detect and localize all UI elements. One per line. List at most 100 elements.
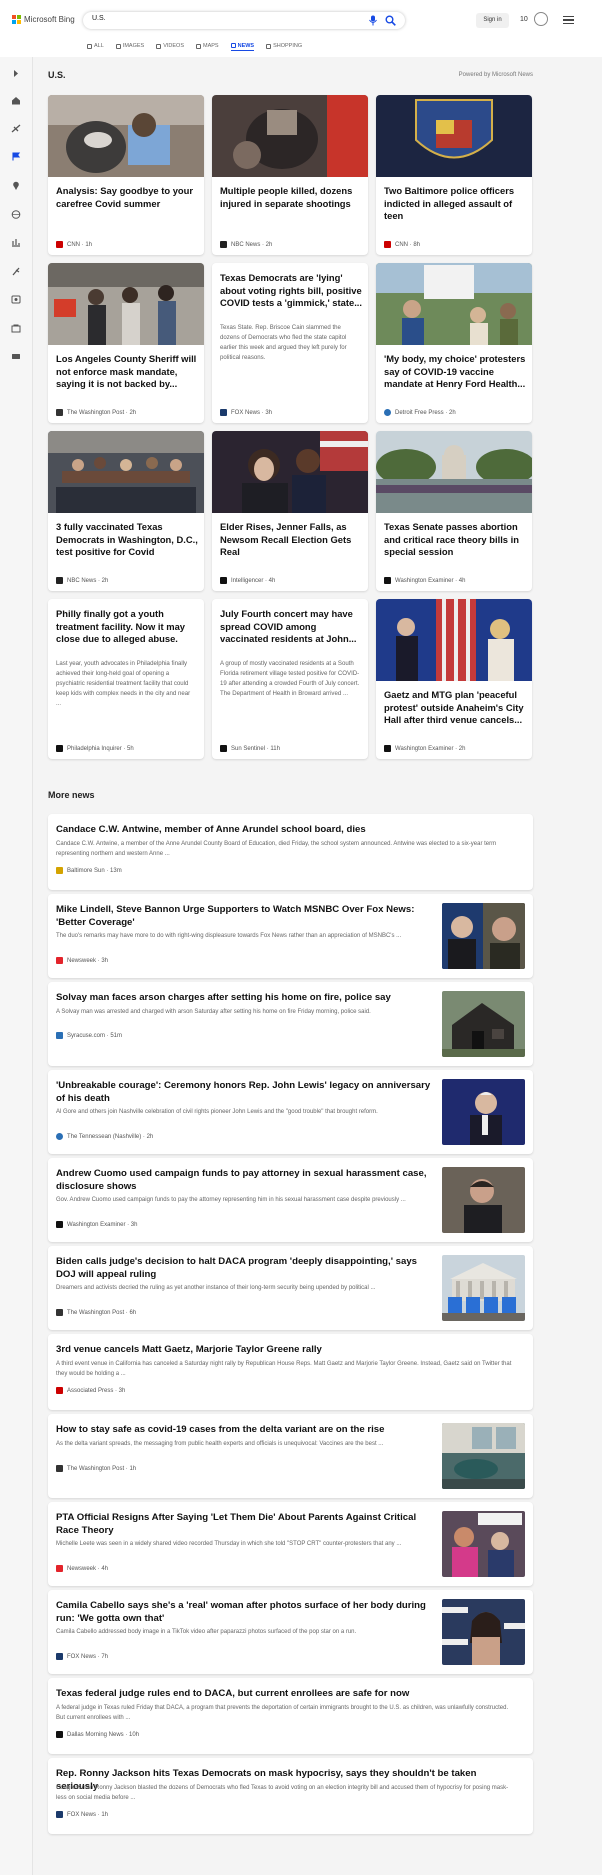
- news-card[interactable]: Two Baltimore police officers indicted i…: [376, 95, 532, 255]
- card-title[interactable]: July Fourth concert may have spread COVI…: [220, 608, 362, 646]
- news-list-item[interactable]: Camila Cabello says she's a 'real' woman…: [48, 1590, 533, 1674]
- news-card[interactable]: Elder Rises, Jenner Falls, as Newsom Rec…: [212, 431, 368, 591]
- tab-videos[interactable]: VIDEOS: [156, 41, 184, 51]
- card-title[interactable]: Multiple people killed, dozens injured i…: [220, 185, 362, 210]
- news-source: FOX News · 7h: [56, 1653, 108, 1660]
- flag-icon[interactable]: [11, 152, 21, 161]
- news-title[interactable]: How to stay safe as covid-19 cases from …: [56, 1423, 436, 1436]
- card-thumbnail: [376, 95, 532, 177]
- nbc-logo-icon: [220, 241, 227, 248]
- news-list-item[interactable]: Biden calls judge's decision to halt DAC…: [48, 1246, 533, 1330]
- news-card[interactable]: Texas Democrats are 'lying' about voting…: [212, 263, 368, 423]
- card-title[interactable]: Gaetz and MTG plan 'peaceful protest' ou…: [384, 689, 526, 727]
- science-icon[interactable]: [11, 267, 21, 276]
- card-title[interactable]: 'My body, my choice' protesters say of C…: [384, 353, 526, 391]
- card-source: NBC News · 2h: [220, 241, 272, 248]
- sign-in-button[interactable]: Sign in: [476, 13, 509, 28]
- cnn-logo-icon: [384, 241, 391, 248]
- news-title[interactable]: Camila Cabello says she's a 'real' woman…: [56, 1599, 436, 1625]
- entertainment-icon[interactable]: [11, 295, 21, 304]
- news-list-item[interactable]: 'Unbreakable courage': Ceremony honors R…: [48, 1070, 533, 1154]
- news-title[interactable]: 3rd venue cancels Matt Gaetz, Marjorie T…: [56, 1343, 516, 1356]
- tab-images[interactable]: IMAGES: [115, 41, 144, 51]
- news-list-item[interactable]: 3rd venue cancels Matt Gaetz, Marjorie T…: [48, 1334, 533, 1410]
- card-thumbnail: [212, 95, 368, 177]
- tab-shopping[interactable]: SHOPPING: [266, 41, 302, 51]
- card-source: CNN · 1h: [56, 241, 92, 248]
- baltimore-sun-logo-icon: [56, 867, 63, 874]
- menu-icon[interactable]: [563, 16, 574, 25]
- news-card[interactable]: Philly finally got a youth treatment fac…: [48, 599, 204, 759]
- news-source: The Washington Post · 6h: [56, 1309, 136, 1316]
- bing-logo[interactable]: Microsoft Bing: [12, 15, 75, 24]
- news-source: Washington Examiner · 3h: [56, 1221, 137, 1228]
- card-title[interactable]: Texas Democrats are 'lying' about voting…: [220, 272, 362, 310]
- news-card[interactable]: Analysis: Say goodbye to your carefree C…: [48, 95, 204, 255]
- news-list-item[interactable]: Candace C.W. Antwine, member of Anne Aru…: [48, 814, 533, 890]
- news-snippet: Congressman Ronny Jackson blasted the do…: [56, 1785, 509, 1801]
- home-icon[interactable]: [11, 96, 21, 105]
- news-snippet: A federal judge in Texas ruled Friday th…: [56, 1705, 509, 1721]
- news-card[interactable]: 'My body, my choice' protesters say of C…: [376, 263, 532, 423]
- tennessean-logo-icon: [56, 1133, 63, 1140]
- news-source: Syracuse.com · 51m: [56, 1032, 122, 1039]
- news-card[interactable]: July Fourth concert may have spread COVI…: [212, 599, 368, 759]
- microphone-icon[interactable]: [368, 15, 378, 26]
- news-list-item[interactable]: Rep. Ronny Jackson hits Texas Democrats …: [48, 1758, 533, 1834]
- news-card[interactable]: Gaetz and MTG plan 'peaceful protest' ou…: [376, 599, 532, 759]
- news-list-item[interactable]: Andrew Cuomo used campaign funds to pay …: [48, 1158, 533, 1242]
- news-title[interactable]: PTA Official Resigns After Saying 'Let T…: [56, 1511, 436, 1537]
- card-thumbnail: [376, 263, 532, 345]
- news-title[interactable]: Andrew Cuomo used campaign funds to pay …: [56, 1167, 436, 1193]
- expand-icon[interactable]: [11, 69, 21, 78]
- search-box[interactable]: U.S.: [83, 12, 405, 29]
- news-card[interactable]: Los Angeles County Sheriff will not enfo…: [48, 263, 204, 423]
- news-title[interactable]: Solvay man faces arson charges after set…: [56, 991, 436, 1004]
- news-card[interactable]: Texas Senate passes abortion and critica…: [376, 431, 532, 591]
- news-title[interactable]: Biden calls judge's decision to halt DAC…: [56, 1255, 436, 1281]
- card-title[interactable]: Two Baltimore police officers indicted i…: [384, 185, 526, 223]
- powered-by[interactable]: Powered by Microsoft News: [459, 72, 533, 78]
- card-title[interactable]: Los Angeles County Sheriff will not enfo…: [56, 353, 198, 391]
- news-title[interactable]: Texas federal judge rules end to DACA, b…: [56, 1687, 516, 1700]
- tab-maps[interactable]: MAPS: [196, 41, 219, 51]
- card-title[interactable]: Elder Rises, Jenner Falls, as Newsom Rec…: [220, 521, 362, 559]
- sports-icon[interactable]: [11, 124, 21, 133]
- tech-icon[interactable]: [11, 352, 21, 361]
- search-input[interactable]: U.S.: [92, 15, 106, 22]
- video-icon: [156, 43, 162, 49]
- news-snippet: Gov. Andrew Cuomo used campaign funds to…: [56, 1197, 406, 1203]
- rewards-points[interactable]: 10: [520, 16, 528, 23]
- news-list-item[interactable]: How to stay safe as covid-19 cases from …: [48, 1414, 533, 1498]
- card-thumbnail: [48, 263, 204, 345]
- card-title[interactable]: Texas Senate passes abortion and critica…: [384, 521, 526, 559]
- location-icon[interactable]: [11, 181, 21, 190]
- newsweek-logo-icon: [56, 957, 63, 964]
- news-card[interactable]: Multiple people killed, dozens injured i…: [212, 95, 368, 255]
- money-icon[interactable]: [11, 324, 21, 333]
- card-title[interactable]: Analysis: Say goodbye to your carefree C…: [56, 185, 198, 210]
- news-list-item[interactable]: Mike Lindell, Steve Bannon Urge Supporte…: [48, 894, 533, 978]
- washington-examiner-logo-icon: [384, 577, 391, 584]
- news-card[interactable]: 3 fully vaccinated Texas Democrats in Wa…: [48, 431, 204, 591]
- news-list-item[interactable]: PTA Official Resigns After Saying 'Let T…: [48, 1502, 533, 1586]
- tab-all[interactable]: ALL: [87, 41, 104, 51]
- news-title[interactable]: Candace C.W. Antwine, member of Anne Aru…: [56, 823, 516, 836]
- news-list-item[interactable]: Texas federal judge rules end to DACA, b…: [48, 1678, 533, 1754]
- card-title[interactable]: Philly finally got a youth treatment fac…: [56, 608, 198, 646]
- card-snippet: Last year, youth advocates in Philadelph…: [56, 660, 191, 707]
- search-icon[interactable]: [385, 15, 396, 26]
- globe-icon[interactable]: [11, 210, 21, 219]
- rewards-icon[interactable]: [534, 12, 548, 26]
- associated-press-logo-icon: [56, 1387, 63, 1394]
- news-thumbnail: [442, 1423, 525, 1489]
- news-list-item[interactable]: Solvay man faces arson charges after set…: [48, 982, 533, 1066]
- tab-news[interactable]: NEWS: [230, 41, 255, 51]
- fox-news-logo-icon: [220, 409, 227, 416]
- business-icon[interactable]: [11, 238, 21, 247]
- news-title[interactable]: 'Unbreakable courage': Ceremony honors R…: [56, 1079, 436, 1105]
- news-title[interactable]: Mike Lindell, Steve Bannon Urge Supporte…: [56, 903, 436, 929]
- cnn-logo-icon: [56, 241, 63, 248]
- search-tabs: ALL IMAGES VIDEOS MAPS NEWS SHOPPING: [87, 41, 302, 51]
- card-title[interactable]: 3 fully vaccinated Texas Democrats in Wa…: [56, 521, 198, 559]
